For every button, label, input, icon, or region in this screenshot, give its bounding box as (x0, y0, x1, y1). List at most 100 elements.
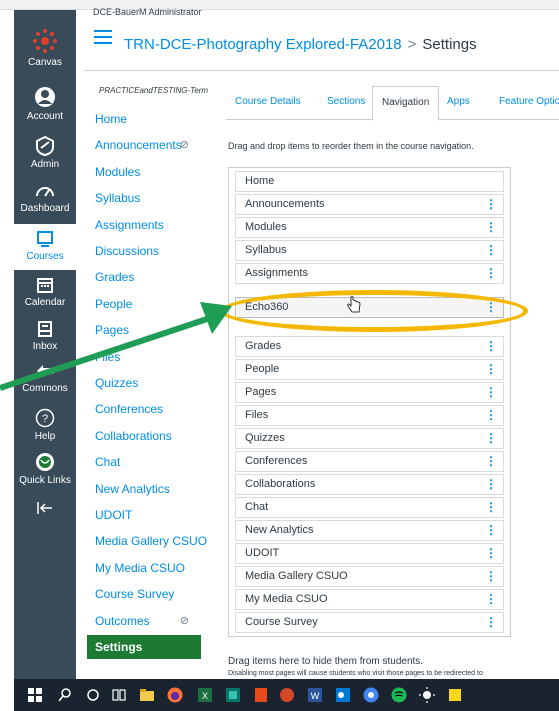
tab[interactable]: Apps (438, 86, 479, 120)
global-nav-admin[interactable]: Admin (14, 136, 76, 170)
tab[interactable]: Feature Options (490, 86, 559, 120)
course-nav-item[interactable]: Assignments (87, 213, 201, 237)
kebab-menu-icon[interactable]: ⋮ (485, 452, 497, 471)
nav-row[interactable]: New Analytics ⋮ (235, 520, 504, 541)
course-nav-item[interactable]: Course Survey (87, 582, 201, 606)
nav-row[interactable]: Quizzes ⋮ (235, 428, 504, 449)
course-nav-item-label: Outcomes (95, 613, 150, 628)
task-view-icon[interactable] (110, 686, 128, 704)
kebab-menu-icon[interactable]: ⋮ (485, 567, 497, 586)
kebab-menu-icon[interactable]: ⋮ (485, 521, 497, 540)
course-nav-item[interactable]: Files (87, 345, 201, 369)
nav-row[interactable]: Pages ⋮ (235, 382, 504, 403)
course-nav-item[interactable]: People (87, 292, 201, 316)
nav-row[interactable]: Course Survey ⋮ (235, 612, 504, 633)
chrome-icon[interactable] (362, 686, 380, 704)
kebab-menu-icon[interactable]: ⋮ (485, 429, 497, 448)
office-icon[interactable] (252, 686, 270, 704)
search-icon[interactable] (56, 686, 74, 704)
course-nav-item[interactable]: Grades (87, 265, 201, 289)
nav-row[interactable]: Announcements ⋮ (235, 194, 504, 215)
kebab-menu-icon[interactable]: ⋮ (485, 241, 497, 260)
tab[interactable]: Navigation (372, 86, 440, 121)
nav-row[interactable]: Media Gallery CSUO ⋮ (235, 566, 504, 587)
course-nav-item[interactable]: Chat (87, 450, 201, 474)
global-nav-quick-links[interactable]: Quick Links (14, 452, 76, 486)
course-nav-item[interactable]: Quizzes (87, 371, 201, 395)
tab[interactable]: Sections (318, 86, 374, 120)
course-nav-item-label: Pages (95, 323, 130, 338)
global-nav-account-label: Account (26, 111, 64, 122)
kebab-menu-icon[interactable]: ⋮ (485, 218, 497, 237)
course-nav-item[interactable]: Syllabus (87, 186, 201, 210)
course-nav-item[interactable]: New Analytics (87, 477, 201, 501)
nav-row[interactable]: Modules ⋮ (235, 217, 504, 238)
nav-row-label: Assignments (245, 267, 308, 279)
course-nav-item[interactable]: Media Gallery CSUO (87, 529, 207, 553)
powerpoint-icon[interactable] (278, 686, 296, 704)
global-nav-collapse[interactable] (14, 500, 76, 519)
sticky-notes-icon[interactable] (446, 686, 464, 704)
course-nav-item[interactable]: Home (87, 107, 201, 131)
cortana-icon[interactable] (84, 686, 102, 704)
course-nav-item[interactable]: Pages (87, 318, 201, 342)
breadcrumb-course-link[interactable]: TRN-DCE-Photography Explored-FA2018 (124, 36, 402, 53)
kebab-menu-icon[interactable]: ⋮ (485, 544, 497, 563)
nav-row[interactable]: Conferences ⋮ (235, 451, 504, 472)
global-nav-courses[interactable]: Courses (14, 224, 76, 270)
nav-row[interactable]: Files ⋮ (235, 405, 504, 426)
kebab-menu-icon[interactable]: ⋮ (485, 383, 497, 402)
excel-icon[interactable]: X (196, 686, 214, 704)
nav-row[interactable]: Grades ⋮ (235, 336, 504, 357)
kebab-menu-icon[interactable]: ⋮ (485, 195, 497, 214)
global-nav-commons[interactable]: Commons (14, 362, 76, 394)
global-nav-help[interactable]: ? Help (14, 408, 76, 442)
global-nav: Canvas Account Admin Dashboard Courses C… (14, 10, 76, 679)
course-nav-item[interactable]: Collaborations (87, 424, 201, 448)
nav-row[interactable]: UDOIT ⋮ (235, 543, 504, 564)
firefox-icon[interactable] (166, 686, 184, 704)
canvas-logo[interactable]: Canvas (14, 28, 76, 68)
global-nav-account[interactable]: Account (14, 86, 76, 122)
global-nav-inbox[interactable]: Inbox (14, 320, 76, 352)
hamburger-menu-icon[interactable] (94, 30, 112, 44)
global-nav-inbox-label: Inbox (32, 341, 58, 352)
course-nav-item[interactable]: UDOIT (87, 503, 201, 527)
course-nav-item[interactable]: Conferences (87, 397, 201, 421)
nav-row[interactable]: Assignments ⋮ (235, 263, 504, 284)
global-nav-calendar[interactable]: Calendar (14, 276, 76, 308)
course-nav-item[interactable]: Modules (87, 160, 201, 184)
publisher-icon[interactable] (224, 686, 242, 704)
nav-row-label: Media Gallery CSUO (245, 570, 348, 582)
file-explorer-icon[interactable] (138, 686, 156, 704)
nav-row-label: Quizzes (245, 432, 285, 444)
spotify-icon[interactable] (390, 686, 408, 704)
outlook-icon[interactable] (334, 686, 352, 704)
brightness-icon[interactable] (418, 686, 436, 704)
course-nav-item[interactable]: Announcements ⊘ (87, 133, 201, 157)
kebab-menu-icon[interactable]: ⋮ (485, 337, 497, 356)
kebab-menu-icon[interactable]: ⋮ (485, 264, 497, 283)
nav-row[interactable]: People ⋮ (235, 359, 504, 380)
nav-row[interactable]: Home (235, 171, 504, 192)
nav-row-label: Announcements (245, 198, 325, 210)
global-nav-dashboard[interactable]: Dashboard (14, 182, 76, 214)
kebab-menu-icon[interactable]: ⋮ (485, 590, 497, 609)
nav-row[interactable]: My Media CSUO ⋮ (235, 589, 504, 610)
kebab-menu-icon[interactable]: ⋮ (485, 498, 497, 517)
kebab-menu-icon[interactable]: ⋮ (485, 360, 497, 379)
tab[interactable]: Course Details (226, 86, 310, 120)
kebab-menu-icon[interactable]: ⋮ (485, 613, 497, 632)
course-nav-item[interactable]: Outcomes ⊘ (87, 609, 201, 633)
kebab-menu-icon[interactable]: ⋮ (485, 475, 497, 494)
windows-start-icon[interactable] (26, 686, 44, 704)
course-nav-item[interactable]: Settings (87, 635, 201, 659)
nav-row[interactable]: Collaborations ⋮ (235, 474, 504, 495)
course-nav-item[interactable]: My Media CSUO (87, 556, 201, 580)
course-nav-item[interactable]: Discussions (87, 239, 201, 263)
nav-row[interactable]: Chat ⋮ (235, 497, 504, 518)
dashboard-icon (36, 187, 54, 197)
word-icon[interactable]: W (306, 686, 324, 704)
kebab-menu-icon[interactable]: ⋮ (485, 406, 497, 425)
nav-row[interactable]: Syllabus ⋮ (235, 240, 504, 261)
